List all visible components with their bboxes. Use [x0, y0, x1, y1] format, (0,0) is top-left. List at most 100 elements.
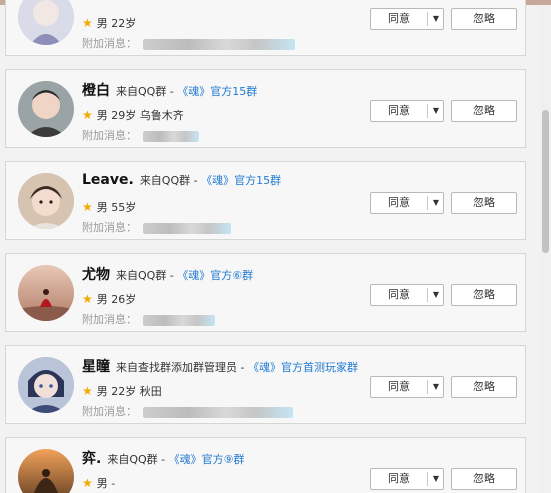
- age: -: [111, 477, 116, 490]
- request-header: 星瞳 来自查找群添加群管理员 - 《魂》官方首测玩家群: [82, 356, 358, 376]
- chevron-down-icon[interactable]: ▼: [429, 193, 443, 213]
- divider: [427, 12, 428, 26]
- divider: [427, 380, 428, 394]
- age: 29岁: [111, 109, 137, 122]
- ignore-button[interactable]: 忽略: [451, 284, 517, 306]
- divider: [427, 288, 428, 302]
- star-icon: ★: [82, 292, 93, 306]
- extra-message-label: 附加消息：: [82, 405, 137, 418]
- avatar[interactable]: [18, 357, 74, 413]
- group-link[interactable]: 《魂》官方⑥群: [177, 269, 253, 282]
- request-card: 橙白 来自QQ群 - 《魂》官方15群 ★ 男 29岁 乌鲁木齐 附加消息： 同意 …: [5, 69, 526, 148]
- agree-button[interactable]: 同意 ▼: [370, 468, 444, 490]
- group-link[interactable]: 《魂》官方15群: [177, 85, 257, 98]
- request-source: 来自查找群添加群管理员 -: [116, 361, 248, 374]
- profile-info: ★ 男 55岁: [82, 199, 136, 215]
- requester-name[interactable]: Leave.: [82, 172, 134, 188]
- blurred-message: [143, 314, 215, 326]
- request-source: 来自QQ群 -: [139, 174, 202, 187]
- ignore-button[interactable]: 忽略: [451, 8, 517, 30]
- request-card: 星瞳 来自查找群添加群管理员 - 《魂》官方首测玩家群 ★ 男 22岁 秋田 附加消…: [5, 345, 526, 424]
- divider: [427, 196, 428, 210]
- gender: 男: [96, 201, 108, 214]
- chevron-down-icon[interactable]: ▼: [429, 469, 443, 489]
- avatar[interactable]: [18, 449, 74, 493]
- gender: 男: [96, 17, 108, 30]
- group-link[interactable]: 《魂》官方15群: [201, 174, 281, 187]
- extra-message-label: 附加消息：: [82, 221, 137, 234]
- chevron-down-icon[interactable]: ▼: [429, 377, 443, 397]
- requester-name[interactable]: 橙白: [82, 83, 110, 99]
- request-header: Leave. 来自QQ群 - 《魂》官方15群: [82, 172, 281, 188]
- avatar[interactable]: [18, 81, 74, 137]
- extra-message-label: 附加消息：: [82, 37, 137, 50]
- chevron-down-icon[interactable]: ▼: [429, 101, 443, 121]
- request-header: 尤物 来自QQ群 - 《魂》官方⑥群: [82, 264, 253, 284]
- blurred-message: [143, 406, 293, 418]
- group-link[interactable]: 《魂》官方首测玩家群: [248, 361, 358, 374]
- agree-label[interactable]: 同意: [371, 377, 427, 397]
- request-card: ★ 男 22岁 附加消息： 同意 ▼ 忽略: [5, 0, 526, 56]
- agree-button[interactable]: 同意 ▼: [370, 284, 444, 306]
- request-card: Leave. 来自QQ群 - 《魂》官方15群 ★ 男 55岁 附加消息： 同意 ▼…: [5, 161, 526, 240]
- extra-message: 附加消息：: [82, 219, 231, 235]
- agree-button[interactable]: 同意 ▼: [370, 376, 444, 398]
- agree-label[interactable]: 同意: [371, 469, 427, 489]
- requester-name[interactable]: 尤物: [82, 267, 110, 283]
- profile-info: ★ 男 26岁: [82, 291, 136, 307]
- agree-button[interactable]: 同意 ▼: [370, 192, 444, 214]
- age: 26岁: [111, 293, 137, 306]
- agree-label[interactable]: 同意: [371, 193, 427, 213]
- agree-label[interactable]: 同意: [371, 285, 427, 305]
- age: 55岁: [111, 201, 137, 214]
- divider: [427, 104, 428, 118]
- divider: [427, 472, 428, 486]
- location: 乌鲁木齐: [139, 109, 184, 122]
- ignore-button[interactable]: 忽略: [451, 376, 517, 398]
- agree-label[interactable]: 同意: [371, 101, 427, 121]
- star-icon: ★: [82, 476, 93, 490]
- extra-message: 附加消息：: [82, 127, 199, 143]
- ignore-button[interactable]: 忽略: [451, 468, 517, 490]
- profile-info: ★ 男 22岁 秋田: [82, 383, 162, 399]
- profile-info: ★ 男 22岁: [82, 15, 136, 31]
- group-link[interactable]: 《魂》官方⑨群: [169, 453, 245, 466]
- age: 22岁: [111, 17, 137, 30]
- request-header: 橙白 来自QQ群 - 《魂》官方15群: [82, 80, 257, 100]
- star-icon: ★: [82, 16, 93, 30]
- agree-label[interactable]: 同意: [371, 9, 427, 29]
- age: 22岁: [111, 385, 137, 398]
- agree-button[interactable]: 同意 ▼: [370, 100, 444, 122]
- avatar[interactable]: [18, 173, 74, 229]
- request-card: 尤物 来自QQ群 - 《魂》官方⑥群 ★ 男 26岁 附加消息： 同意 ▼ 忽略: [5, 253, 526, 332]
- agree-button[interactable]: 同意 ▼: [370, 8, 444, 30]
- star-icon: ★: [82, 108, 93, 122]
- ignore-button[interactable]: 忽略: [451, 192, 517, 214]
- avatar[interactable]: [18, 0, 74, 45]
- extra-message: 附加消息：: [82, 311, 215, 327]
- request-source: 来自QQ群 -: [116, 85, 178, 98]
- request-card: 弈. 来自QQ群 - 《魂》官方⑨群 ★ 男 - 同意 ▼ 忽略: [5, 437, 526, 493]
- requester-name[interactable]: 弈.: [82, 451, 101, 467]
- ignore-button[interactable]: 忽略: [451, 100, 517, 122]
- profile-info: ★ 男 29岁 乌鲁木齐: [82, 107, 184, 123]
- extra-message: 附加消息：: [82, 35, 295, 51]
- blurred-message: [143, 38, 295, 50]
- chevron-down-icon[interactable]: ▼: [429, 285, 443, 305]
- chevron-down-icon[interactable]: ▼: [429, 9, 443, 29]
- request-source: 来自QQ群 -: [116, 269, 178, 282]
- vertical-scrollbar[interactable]: [540, 5, 551, 493]
- request-source: 来自QQ群 -: [107, 453, 169, 466]
- gender: 男: [96, 109, 108, 122]
- gender: 男: [96, 477, 108, 490]
- gender: 男: [96, 385, 108, 398]
- request-header: 弈. 来自QQ群 - 《魂》官方⑨群: [82, 448, 244, 468]
- star-icon: ★: [82, 384, 93, 398]
- extra-message: 附加消息：: [82, 403, 293, 419]
- location: 秋田: [139, 385, 162, 398]
- avatar[interactable]: [18, 265, 74, 321]
- blurred-message: [143, 130, 199, 142]
- scrollbar-thumb[interactable]: [542, 110, 549, 253]
- extra-message-label: 附加消息：: [82, 313, 137, 326]
- requester-name[interactable]: 星瞳: [82, 359, 110, 375]
